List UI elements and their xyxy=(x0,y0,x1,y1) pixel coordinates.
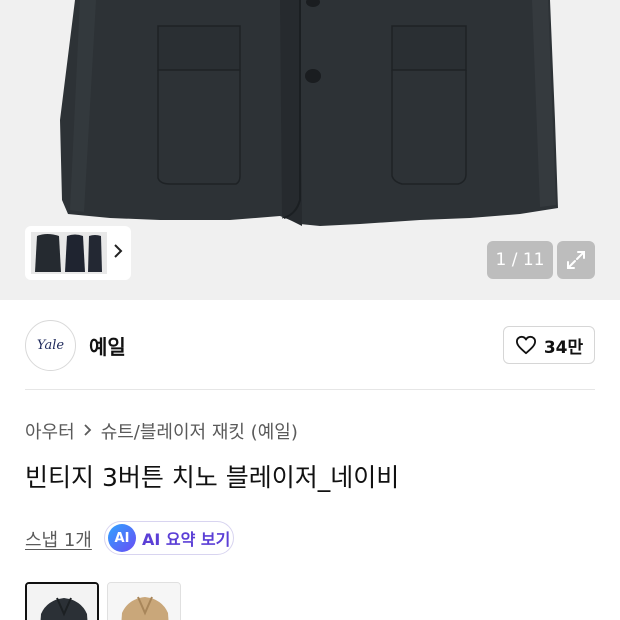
brand-name[interactable]: 예일 xyxy=(89,331,126,360)
expand-icon xyxy=(567,251,585,269)
breadcrumb-item-outer[interactable]: 아우터 xyxy=(25,418,75,444)
heart-icon xyxy=(515,335,536,355)
chevron-right-icon xyxy=(83,422,93,441)
ai-summary-button[interactable]: AI AI 요약 보기 xyxy=(104,521,234,555)
product-title: 빈티지 3버튼 치노 블레이저_네이비 xyxy=(25,463,400,492)
ai-icon: AI xyxy=(108,524,136,552)
image-counter: 1 / 11 xyxy=(487,241,553,279)
thumbnail-images[interactable] xyxy=(31,232,107,274)
chevron-right-icon[interactable] xyxy=(107,243,129,263)
like-count: 34만 xyxy=(543,337,584,358)
brand-logo-text: Yale xyxy=(36,338,65,353)
snap-link[interactable]: 스냅 1개 xyxy=(25,526,92,552)
color-option-navy[interactable] xyxy=(25,582,99,620)
breadcrumb-item-suit-blazer[interactable]: 슈트/블레이저 재킷 (예일) xyxy=(101,418,298,444)
navy-jacket-swatch-image xyxy=(27,584,97,620)
expand-button[interactable] xyxy=(557,241,595,279)
jacket-thumbnail-image xyxy=(31,232,107,274)
breadcrumb: 아우터 슈트/블레이저 재킷 (예일) xyxy=(25,418,298,444)
product-image-gallery[interactable]: 1 / 11 xyxy=(0,0,620,300)
divider xyxy=(25,389,595,390)
ai-summary-label: AI 요약 보기 xyxy=(142,530,231,549)
beige-jacket-swatch-image xyxy=(108,583,180,620)
thumbnail-strip[interactable] xyxy=(25,226,131,280)
like-button[interactable]: 34만 xyxy=(503,326,595,364)
brand-logo[interactable]: Yale xyxy=(25,320,76,371)
color-option-beige[interactable] xyxy=(107,582,181,620)
